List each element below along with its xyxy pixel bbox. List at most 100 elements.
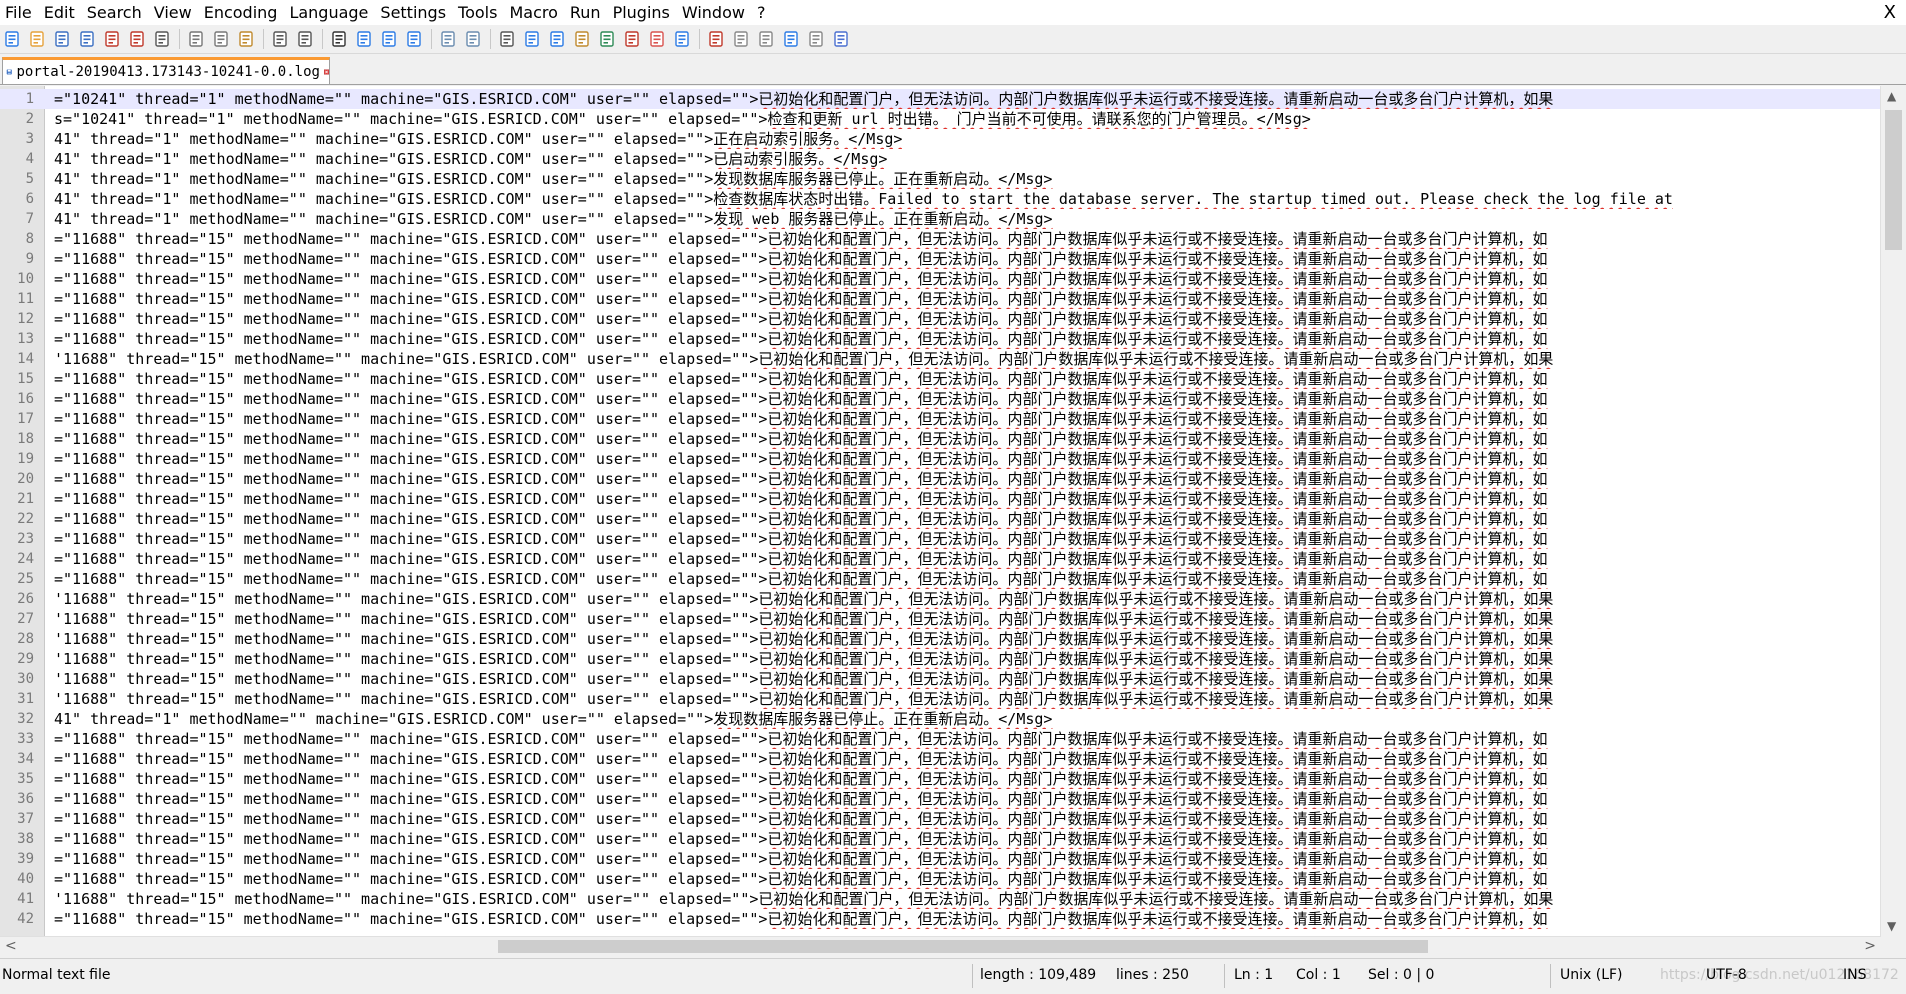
editor-line[interactable]: 2 s="10241" thread="1" methodName="" mach… [0, 109, 1880, 129]
close-button[interactable] [101, 28, 123, 50]
editor-line[interactable]: 6 41" thread="1" methodName="" machine="G… [0, 189, 1880, 209]
menu-help[interactable]: ? [752, 0, 773, 25]
save-macro-button[interactable] [805, 28, 827, 50]
horizontal-scroll-thumb[interactable] [498, 940, 1428, 953]
save-button[interactable] [51, 28, 73, 50]
editor-line[interactable]: 28 '11688" thread="15" methodName="" mach… [0, 629, 1880, 649]
editor-line[interactable]: 39 ="11688" thread="15" methodName="" mac… [0, 849, 1880, 869]
editor-line[interactable]: 24 ="11688" thread="15" methodName="" mac… [0, 549, 1880, 569]
zoom-in-button[interactable] [378, 28, 400, 50]
editor-line[interactable]: 5 41" thread="1" methodName="" machine="G… [0, 169, 1880, 189]
new-file-button[interactable] [1, 28, 23, 50]
editor-line[interactable]: 25 ="11688" thread="15" methodName="" mac… [0, 569, 1880, 589]
user-language-button[interactable] [571, 28, 593, 50]
editor-line[interactable]: 35 ="11688" thread="15" methodName="" mac… [0, 769, 1880, 789]
print-button[interactable] [151, 28, 173, 50]
record-macro-button[interactable] [705, 28, 727, 50]
tab-close-icon[interactable] [323, 65, 329, 79]
editor-line[interactable]: 29 '11688" thread="15" methodName="" mach… [0, 649, 1880, 669]
editor-line[interactable]: 27 '11688" thread="15" methodName="" mach… [0, 609, 1880, 629]
menu-encoding[interactable]: Encoding [199, 0, 285, 25]
editor-line[interactable]: 7 41" thread="1" methodName="" machine="G… [0, 209, 1880, 229]
editor-line[interactable]: 32 41" thread="1" methodName="" machine="… [0, 709, 1880, 729]
document-map-button[interactable] [596, 28, 618, 50]
undo-button[interactable] [269, 28, 291, 50]
editor-line[interactable]: 12 ="11688" thread="15" methodName="" mac… [0, 309, 1880, 329]
editor-line[interactable]: 13 ="11688" thread="15" methodName="" mac… [0, 329, 1880, 349]
monitoring-button[interactable] [671, 28, 693, 50]
editor-line[interactable]: 40 ="11688" thread="15" methodName="" mac… [0, 869, 1880, 889]
menu-window[interactable]: Window [677, 0, 752, 25]
editor-line[interactable]: 20 ="11688" thread="15" methodName="" mac… [0, 469, 1880, 489]
function-list-button[interactable] [621, 28, 643, 50]
copy-button[interactable] [210, 28, 232, 50]
editor-line[interactable]: 36 ="11688" thread="15" methodName="" mac… [0, 789, 1880, 809]
stop-recording-button[interactable] [730, 28, 752, 50]
editor-line[interactable]: 14 '11688" thread="15" methodName="" mach… [0, 349, 1880, 369]
editor-line[interactable]: 34 ="11688" thread="15" methodName="" mac… [0, 749, 1880, 769]
find-button[interactable] [328, 28, 350, 50]
close-document-button[interactable]: X [1884, 0, 1896, 25]
run-macro-multiple-button[interactable] [780, 28, 802, 50]
editor-line[interactable]: 31 '11688" thread="15" methodName="" mach… [0, 689, 1880, 709]
editor-line[interactable]: 37 ="11688" thread="15" methodName="" mac… [0, 809, 1880, 829]
menu-edit[interactable]: Edit [39, 0, 82, 25]
editor-line[interactable]: 15 ="11688" thread="15" methodName="" mac… [0, 369, 1880, 389]
scroll-left-icon[interactable]: < [5, 937, 17, 956]
editor-line[interactable]: 41 '11688" thread="15" methodName="" mach… [0, 889, 1880, 909]
editor-line[interactable]: 3 41" thread="1" methodName="" machine="G… [0, 129, 1880, 149]
editor-line[interactable]: 26 '11688" thread="15" methodName="" mach… [0, 589, 1880, 609]
editor-line[interactable]: 1 ="10241" thread="1" methodName="" machi… [0, 89, 1880, 109]
editor-line[interactable]: 21 ="11688" thread="15" methodName="" mac… [0, 489, 1880, 509]
menu-language[interactable]: Language [284, 0, 375, 25]
show-all-characters-button[interactable] [521, 28, 543, 50]
editor-line[interactable]: 38 ="11688" thread="15" methodName="" mac… [0, 829, 1880, 849]
open-file-button[interactable] [26, 28, 48, 50]
word-wrap-button[interactable] [496, 28, 518, 50]
close-all-button[interactable] [126, 28, 148, 50]
scroll-right-icon[interactable]: > [1864, 937, 1876, 956]
editor-line[interactable]: 9 ="11688" thread="15" methodName="" mach… [0, 249, 1880, 269]
editor-line[interactable]: 10 ="11688" thread="15" methodName="" mac… [0, 269, 1880, 289]
menu-file[interactable]: File [0, 0, 39, 25]
sync-vertical-button[interactable] [437, 28, 459, 50]
editor-line[interactable]: 22 ="11688" thread="15" methodName="" mac… [0, 509, 1880, 529]
menu-view[interactable]: View [149, 0, 199, 25]
editor-line[interactable]: 19 ="11688" thread="15" methodName="" mac… [0, 449, 1880, 469]
line-number: 20 [17, 471, 34, 487]
editor-line[interactable]: 4 41" thread="1" methodName="" machine="G… [0, 149, 1880, 169]
menu-tools[interactable]: Tools [453, 0, 504, 25]
folder-as-workspace-button[interactable] [646, 28, 668, 50]
editor-line[interactable]: 8 ="11688" thread="15" methodName="" mach… [0, 229, 1880, 249]
redo-button[interactable] [294, 28, 316, 50]
cut-button[interactable] [185, 28, 207, 50]
replace-button[interactable] [353, 28, 375, 50]
horizontal-scrollbar[interactable]: < > [0, 936, 1881, 956]
spell-check-button[interactable] [830, 28, 852, 50]
sync-horizontal-button[interactable] [462, 28, 484, 50]
editor-line[interactable]: 33 ="11688" thread="15" methodName="" mac… [0, 729, 1880, 749]
menu-settings[interactable]: Settings [375, 0, 453, 25]
menu-plugins[interactable]: Plugins [608, 0, 677, 25]
scroll-down-icon[interactable]: ▼ [1887, 919, 1896, 933]
vertical-scrollbar[interactable]: ▲ ▼ [1880, 86, 1906, 936]
play-macro-button[interactable] [755, 28, 777, 50]
menu-run[interactable]: Run [565, 0, 608, 25]
editor-line[interactable]: 17 ="11688" thread="15" methodName="" mac… [0, 409, 1880, 429]
editor-line[interactable]: 30 '11688" thread="15" methodName="" mach… [0, 669, 1880, 689]
editor-line[interactable]: 11 ="11688" thread="15" methodName="" mac… [0, 289, 1880, 309]
menu-macro[interactable]: Macro [504, 0, 564, 25]
editor-line[interactable]: 42 ="11688" thread="15" methodName="" mac… [0, 909, 1880, 929]
save-all-button[interactable] [76, 28, 98, 50]
vertical-scroll-thumb[interactable] [1885, 110, 1902, 250]
scroll-up-icon[interactable]: ▲ [1887, 89, 1896, 103]
paste-button[interactable] [235, 28, 257, 50]
menu-search[interactable]: Search [82, 0, 149, 25]
editor-line[interactable]: 23 ="11688" thread="15" methodName="" mac… [0, 529, 1880, 549]
indent-guide-button[interactable] [546, 28, 568, 50]
text-editor[interactable]: 1 ="10241" thread="1" methodName="" machi… [0, 86, 1906, 936]
editor-line[interactable]: 18 ="11688" thread="15" methodName="" mac… [0, 429, 1880, 449]
tab-portal-log[interactable]: portal-20190413.173143-10241-0.0.log [2, 57, 330, 84]
zoom-out-button[interactable] [403, 28, 425, 50]
editor-line[interactable]: 16 ="11688" thread="15" methodName="" mac… [0, 389, 1880, 409]
